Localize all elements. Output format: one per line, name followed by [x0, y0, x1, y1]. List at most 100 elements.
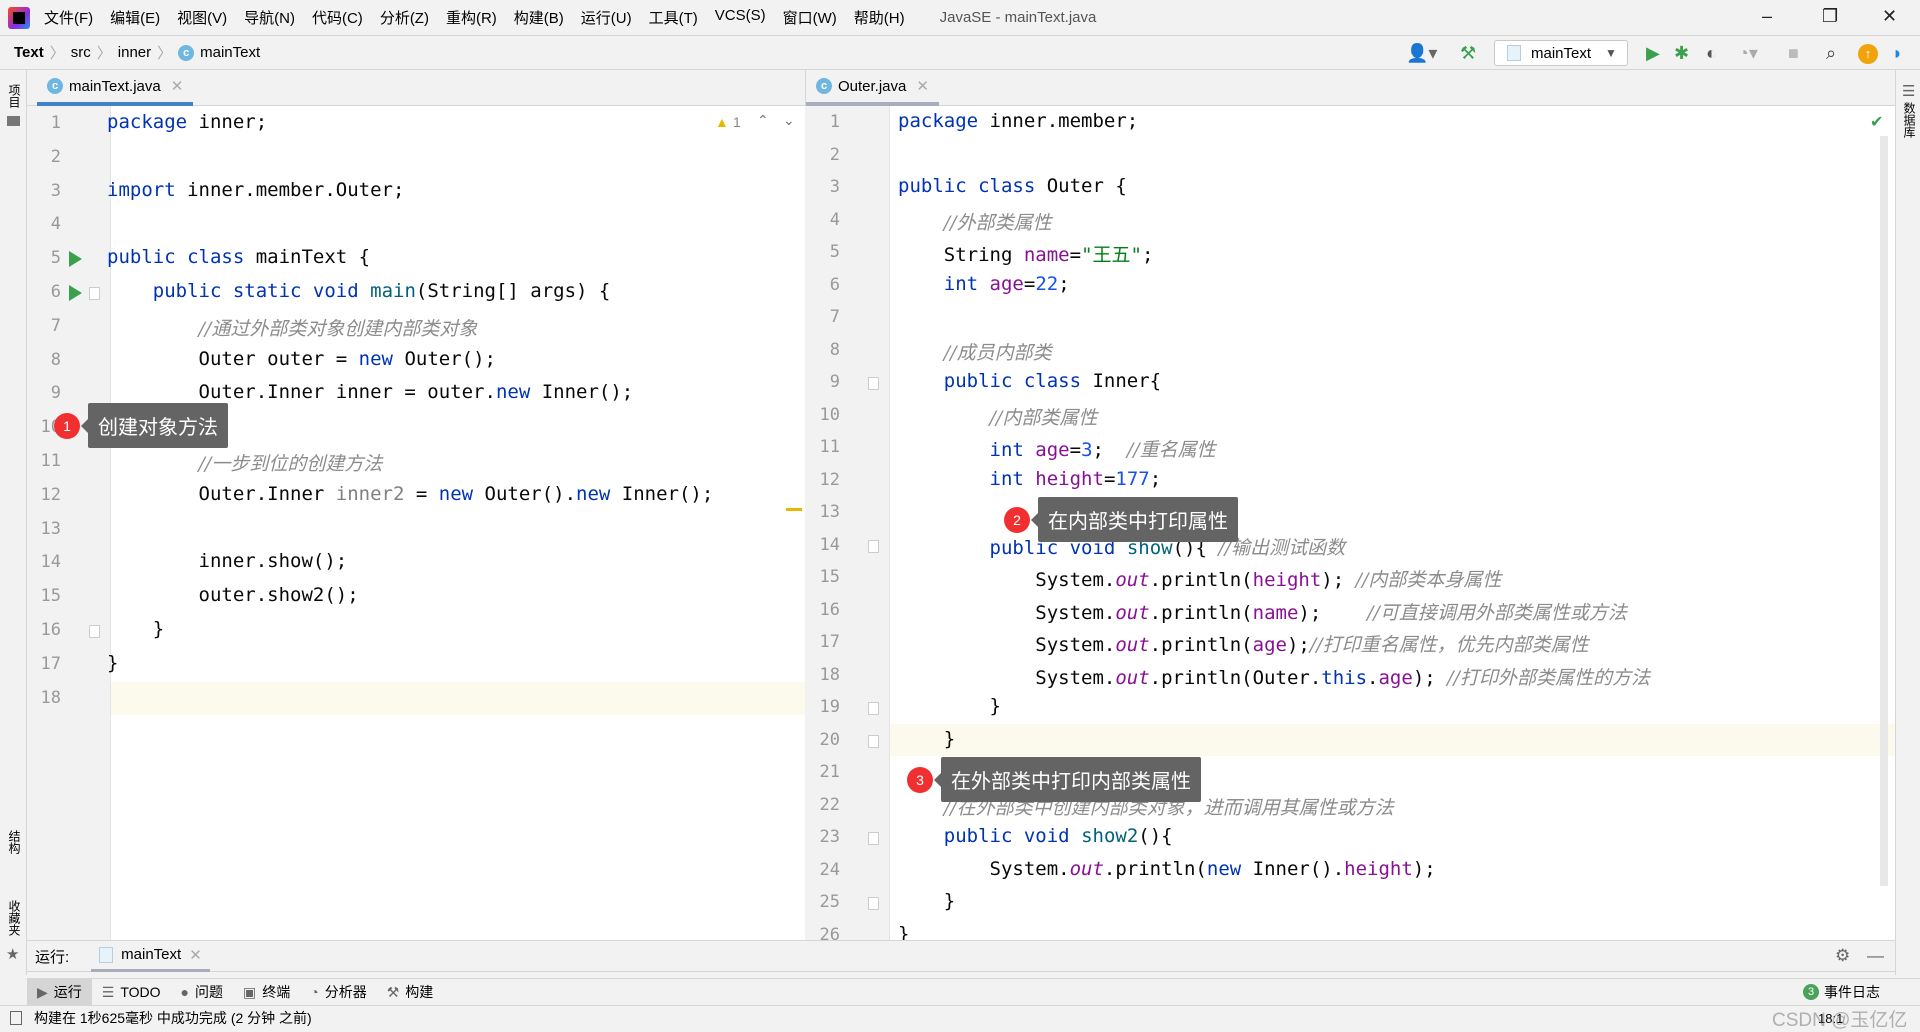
hammer-icon[interactable]: ⚒	[1460, 43, 1476, 64]
debug-icon[interactable]: ✱	[1674, 43, 1689, 64]
code-line[interactable]: public class Outer {	[898, 175, 1127, 197]
structure-tool-button[interactable]: 结构	[6, 830, 23, 854]
profile-icon[interactable]: ◔▾	[1738, 43, 1758, 64]
plugin-icon[interactable]: ◗	[1892, 43, 1903, 64]
code-line[interactable]: //通过外部类对象创建内部类对象	[107, 314, 478, 341]
line-number[interactable]: 6	[806, 275, 840, 295]
line-number[interactable]: 14	[27, 552, 61, 572]
fold-marker-icon[interactable]	[868, 832, 879, 845]
menu-item[interactable]: 窗口(W)	[783, 7, 837, 28]
line-number[interactable]: 8	[27, 350, 61, 370]
menu-item[interactable]: 运行(U)	[581, 7, 632, 28]
line-number[interactable]: 4	[806, 210, 840, 230]
user-icon[interactable]: 👤▾	[1406, 43, 1437, 64]
line-number[interactable]: 2	[806, 145, 840, 165]
code-line[interactable]: System.out.println(new Inner().height);	[898, 858, 1436, 880]
line-number[interactable]: 22	[806, 795, 840, 815]
line-number[interactable]: 3	[806, 177, 840, 197]
code-line[interactable]: int age=3; //重名属性	[898, 435, 1216, 462]
minimize-button[interactable]: –	[1762, 6, 1772, 27]
code-line[interactable]: outer.show2();	[107, 584, 359, 606]
update-icon[interactable]: ↑	[1858, 44, 1878, 64]
line-number[interactable]: 1	[806, 112, 840, 132]
code-line[interactable]: Outer outer = new Outer();	[107, 348, 496, 370]
line-number[interactable]: 17	[806, 632, 840, 652]
close-tab-icon[interactable]: ✕	[189, 946, 202, 964]
fold-marker-icon[interactable]	[89, 625, 100, 638]
code-line[interactable]: //一步到位的创建方法	[107, 449, 383, 476]
code-line[interactable]: public class Inner{	[898, 370, 1161, 392]
code-line[interactable]: //成员内部类	[898, 338, 1052, 365]
database-tool-button[interactable]: 数据库	[1901, 102, 1918, 138]
favorites-tool-button[interactable]: 收藏夹	[6, 900, 23, 936]
menu-item[interactable]: 导航(N)	[244, 7, 295, 28]
code-line[interactable]: package inner;	[107, 111, 267, 133]
tool-tab-todo[interactable]: ☰ TODO	[92, 979, 171, 1006]
menu-item[interactable]: VCS(S)	[715, 7, 766, 28]
code-line[interactable]: public static void main(String[] args) {	[107, 280, 611, 302]
fold-marker-icon[interactable]	[868, 702, 879, 715]
code-line[interactable]: }	[898, 923, 909, 941]
line-number[interactable]: 20	[806, 730, 840, 750]
tab-outer-java[interactable]: c Outer.java ✕	[806, 70, 939, 106]
menu-item[interactable]: 构建(B)	[514, 7, 564, 28]
tool-tab-problems[interactable]: ● 问题	[171, 979, 233, 1006]
menu-item[interactable]: 代码(C)	[312, 7, 363, 28]
breadcrumb-inner[interactable]: inner	[118, 44, 151, 61]
fold-marker-icon[interactable]	[89, 287, 100, 300]
code-line[interactable]: //内部类属性	[898, 403, 1098, 430]
fold-marker-icon[interactable]	[868, 539, 879, 553]
menu-item[interactable]: 视图(V)	[177, 7, 227, 28]
stop-icon[interactable]: ■	[1788, 43, 1799, 64]
code-line[interactable]: System.out.println(Outer.this.age); //打印…	[898, 663, 1650, 690]
line-number[interactable]: 17	[27, 654, 61, 674]
next-highlight-icon[interactable]: ⌄	[783, 112, 795, 129]
line-number[interactable]: 2	[27, 147, 61, 167]
line-number[interactable]: 1	[27, 113, 61, 133]
code-line[interactable]: String name="王五";	[898, 240, 1154, 267]
close-tab-icon[interactable]: ✕	[916, 77, 929, 95]
code-line[interactable]: public class mainText {	[107, 246, 370, 268]
event-log-button[interactable]: 3 事件日志	[1793, 979, 1890, 1006]
line-number[interactable]: 16	[27, 620, 61, 640]
code-line[interactable]: System.out.println(name); //可直接调用外部类属性或方…	[898, 598, 1627, 625]
line-number[interactable]: 16	[806, 600, 840, 620]
line-number[interactable]: 13	[27, 519, 61, 539]
code-line[interactable]: }	[107, 652, 118, 674]
warning-count[interactable]: 1	[733, 114, 741, 130]
run-gutter-icon[interactable]	[69, 285, 82, 301]
fold-marker-icon[interactable]	[868, 734, 879, 748]
tool-tab-profiler[interactable]: ◔ 分析器	[300, 979, 376, 1006]
coverage-icon[interactable]: ◐	[1706, 43, 1717, 64]
breadcrumb-project[interactable]: Text	[14, 44, 44, 61]
line-number[interactable]: 15	[27, 586, 61, 606]
tab-maintext-java[interactable]: c mainText.java ✕	[37, 70, 194, 106]
previous-highlight-icon[interactable]: ⌃	[757, 112, 769, 129]
code-line[interactable]: int age=22;	[898, 273, 1070, 295]
line-number[interactable]: 12	[806, 470, 840, 490]
scrollbar[interactable]	[1880, 136, 1888, 886]
menu-item[interactable]: 文件(F)	[44, 7, 93, 28]
fold-marker-icon[interactable]	[868, 377, 879, 390]
menu-item[interactable]: 工具(T)	[649, 7, 698, 28]
code-line[interactable]: Outer.Inner inner2 = new Outer().new Inn…	[107, 483, 714, 505]
editor-outer[interactable]: ✔ 1 package inner.member; 2 3 public class O…	[806, 106, 1895, 940]
line-number[interactable]: 14	[806, 535, 840, 555]
code-line[interactable]: System.out.println(age);//打印重名属性，优先内部类属性	[898, 630, 1588, 657]
project-tool-button[interactable]: 项目	[6, 84, 23, 108]
line-number[interactable]: 23	[806, 827, 840, 847]
code-line[interactable]: }	[898, 695, 1001, 717]
line-number[interactable]: 5	[27, 248, 61, 268]
line-number[interactable]: 15	[806, 567, 840, 587]
line-number[interactable]: 26	[806, 925, 840, 941]
tool-tab-build[interactable]: ⚒ 构建	[377, 979, 444, 1006]
code-line[interactable]: }	[107, 618, 164, 640]
menu-item[interactable]: 编辑(E)	[110, 7, 160, 28]
run-tab-maintext[interactable]: mainText ✕	[91, 940, 210, 972]
line-number[interactable]: 24	[806, 860, 840, 880]
line-number[interactable]: 8	[806, 340, 840, 360]
code-line[interactable]: import inner.member.Outer;	[107, 179, 404, 201]
code-line[interactable]: Outer.Inner inner = outer.new Inner();	[107, 381, 634, 403]
code-line[interactable]: }	[898, 728, 955, 750]
code-line[interactable]: //外部类属性	[898, 208, 1052, 235]
